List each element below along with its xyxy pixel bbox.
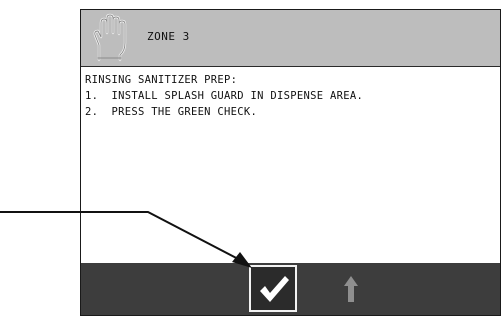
zone-title: ZONE 3 [147, 30, 190, 43]
confirm-check-button[interactable] [249, 265, 297, 312]
gloved-hand-icon [93, 13, 127, 62]
controller-screen: ZONE 3 RINSING SANITIZER PREP: 1. INSTAL… [80, 9, 501, 316]
manual-page: ZONE 3 RINSING SANITIZER PREP: 1. INSTAL… [0, 0, 501, 316]
up-arrow-icon [344, 276, 358, 302]
checkmark-icon [260, 276, 289, 302]
screen-header: ZONE 3 [81, 10, 500, 67]
instruction-heading: RINSING SANITIZER PREP: [85, 74, 238, 86]
instruction-step-1: 1. INSTALL SPLASH GUARD IN DISPENSE AREA… [85, 90, 364, 102]
instruction-step-2: 2. PRESS THE GREEN CHECK. [85, 106, 258, 118]
instruction-text: RINSING SANITIZER PREP: 1. INSTALL SPLAS… [85, 72, 495, 120]
up-arrow-button[interactable] [331, 268, 371, 310]
screen-footer [81, 263, 500, 315]
